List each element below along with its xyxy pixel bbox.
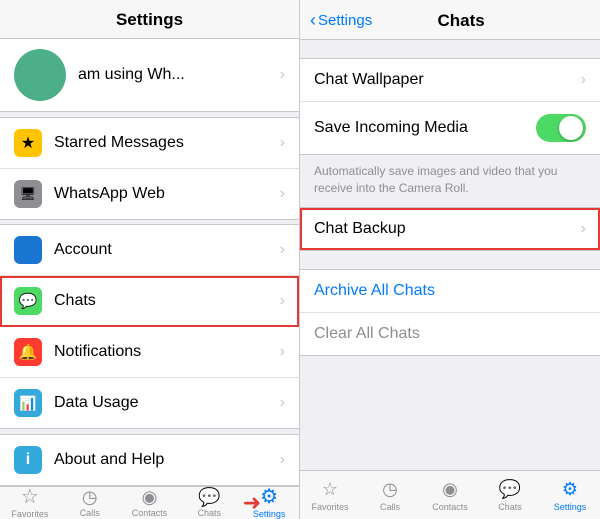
chats-icon: 💬 [14, 287, 42, 315]
avatar [14, 49, 66, 101]
chevron-icon: › [280, 343, 285, 361]
left-title: Settings [116, 10, 183, 29]
list-item[interactable]: 🖥 WhatsApp Web › [0, 169, 299, 219]
tab-chats[interactable]: 💬 Chats ➜ [179, 487, 239, 519]
right-favorites-icon: ☆ [322, 479, 338, 500]
left-panel: Settings am using Wh... › ★ Starred Mess… [0, 0, 300, 519]
data-usage-item[interactable]: 📊 Data Usage › [0, 378, 299, 428]
back-label: Settings [318, 12, 372, 29]
chats-tab-icon: 💬 [198, 488, 220, 506]
chats-item[interactable]: 💬 Chats › [0, 276, 299, 327]
right-tab-favorites[interactable]: ☆ Favorites [300, 471, 360, 519]
contacts-icon: ◉ [142, 488, 158, 506]
starred-icon: ★ [14, 129, 42, 157]
contacts-tab-label: Contacts [132, 508, 168, 518]
settings-group-1: ★ Starred Messages › 🖥 WhatsApp Web › [0, 117, 299, 220]
chat-backup-label: Chat Backup [314, 220, 581, 238]
chevron-icon: › [280, 394, 285, 412]
right-panel: ‹ Settings Chats Chat Wallpaper › Save I… [300, 0, 600, 519]
chats-label: Chats [54, 292, 280, 310]
right-tab-bar: ☆ Favorites ◷ Calls ◉ Contacts 💬 Chats ⚙… [300, 470, 600, 519]
right-contacts-label: Contacts [432, 502, 468, 512]
right-header: ‹ Settings Chats [300, 0, 600, 40]
profile-chevron-icon: › [280, 66, 285, 84]
chat-backup-item[interactable]: Chat Backup › [300, 208, 600, 250]
right-chats-tab-icon: 💬 [499, 479, 521, 500]
data-usage-label: Data Usage [54, 394, 280, 412]
chevron-icon: › [581, 71, 586, 89]
favorites-icon: ☆ [21, 487, 39, 507]
back-chevron-icon: ‹ [310, 10, 316, 31]
right-chats-label: Chats [498, 502, 522, 512]
right-tab-settings[interactable]: ⚙ Settings [540, 471, 600, 519]
notifications-label: Notifications [54, 343, 280, 361]
right-settings-label: Settings [554, 502, 587, 512]
save-media-item[interactable]: Save Incoming Media [300, 102, 600, 154]
right-settings-tab-icon: ⚙ [562, 479, 578, 500]
right-tab-contacts[interactable]: ◉ Contacts [420, 471, 480, 519]
list-item[interactable]: ★ Starred Messages › [0, 118, 299, 169]
whatsapp-web-icon: 🖥 [14, 180, 42, 208]
calls-tab-label: Calls [80, 508, 100, 518]
right-title: Chats [372, 11, 550, 31]
chat-wallpaper-item[interactable]: Chat Wallpaper › [300, 59, 600, 102]
right-group-3: Archive All Chats Clear All Chats [300, 269, 600, 356]
account-label: Account [54, 241, 280, 259]
archive-all-item[interactable]: Archive All Chats [300, 270, 600, 313]
right-calls-icon: ◷ [382, 479, 398, 500]
chevron-icon: › [280, 451, 285, 469]
left-tab-bar: ☆ Favorites ◷ Calls ◉ Contacts 💬 Chats ➜… [0, 486, 299, 519]
right-tab-chats[interactable]: 💬 Chats [480, 471, 540, 519]
calls-icon: ◷ [82, 488, 98, 506]
chevron-icon: › [280, 241, 285, 259]
chat-wallpaper-label: Chat Wallpaper [314, 71, 581, 89]
left-header: Settings [0, 0, 299, 39]
chevron-icon: › [280, 134, 285, 152]
account-item[interactable]: 👤 Account › [0, 225, 299, 276]
clear-all-label: Clear All Chats [314, 325, 586, 343]
tab-contacts[interactable]: ◉ Contacts [120, 487, 180, 519]
arrow-icon: ➜ [243, 490, 261, 516]
settings-tab-icon: ⚙ [260, 487, 278, 507]
about-item[interactable]: i About and Help › [0, 435, 299, 485]
about-label: About and Help [54, 451, 280, 469]
data-usage-icon: 📊 [14, 389, 42, 417]
chats-tab-label: Chats [198, 508, 222, 518]
notifications-icon: 🔔 [14, 338, 42, 366]
right-group-1: Chat Wallpaper › Save Incoming Media [300, 58, 600, 155]
save-media-label: Save Incoming Media [314, 119, 536, 137]
tab-favorites[interactable]: ☆ Favorites [0, 487, 60, 519]
favorites-tab-label: Favorites [11, 509, 48, 519]
right-content: Chat Wallpaper › Save Incoming Media Aut… [300, 40, 600, 470]
save-media-toggle[interactable] [536, 114, 586, 142]
chevron-icon: › [581, 220, 586, 238]
clear-all-item[interactable]: Clear All Chats [300, 313, 600, 355]
right-contacts-icon: ◉ [442, 479, 458, 500]
whatsapp-web-label: WhatsApp Web [54, 185, 280, 203]
tab-calls[interactable]: ◷ Calls [60, 487, 120, 519]
right-calls-label: Calls [380, 502, 400, 512]
right-group-2: Chat Backup › [300, 207, 600, 251]
profile-row[interactable]: am using Wh... › [0, 39, 299, 112]
right-favorites-label: Favorites [311, 502, 348, 512]
back-button[interactable]: ‹ Settings [310, 10, 372, 31]
profile-status: am using Wh... [78, 66, 280, 84]
starred-label: Starred Messages [54, 134, 280, 152]
archive-all-label: Archive All Chats [314, 282, 586, 300]
right-tab-calls[interactable]: ◷ Calls [360, 471, 420, 519]
save-media-description: Automatically save images and video that… [300, 155, 600, 207]
settings-group-3: i About and Help › [0, 434, 299, 486]
settings-group-2: 👤 Account › 💬 Chats › 🔔 Notifications › … [0, 224, 299, 429]
chevron-icon: › [280, 185, 285, 203]
about-icon: i [14, 446, 42, 474]
notifications-item[interactable]: 🔔 Notifications › [0, 327, 299, 378]
account-icon: 👤 [14, 236, 42, 264]
chevron-icon: › [280, 292, 285, 310]
